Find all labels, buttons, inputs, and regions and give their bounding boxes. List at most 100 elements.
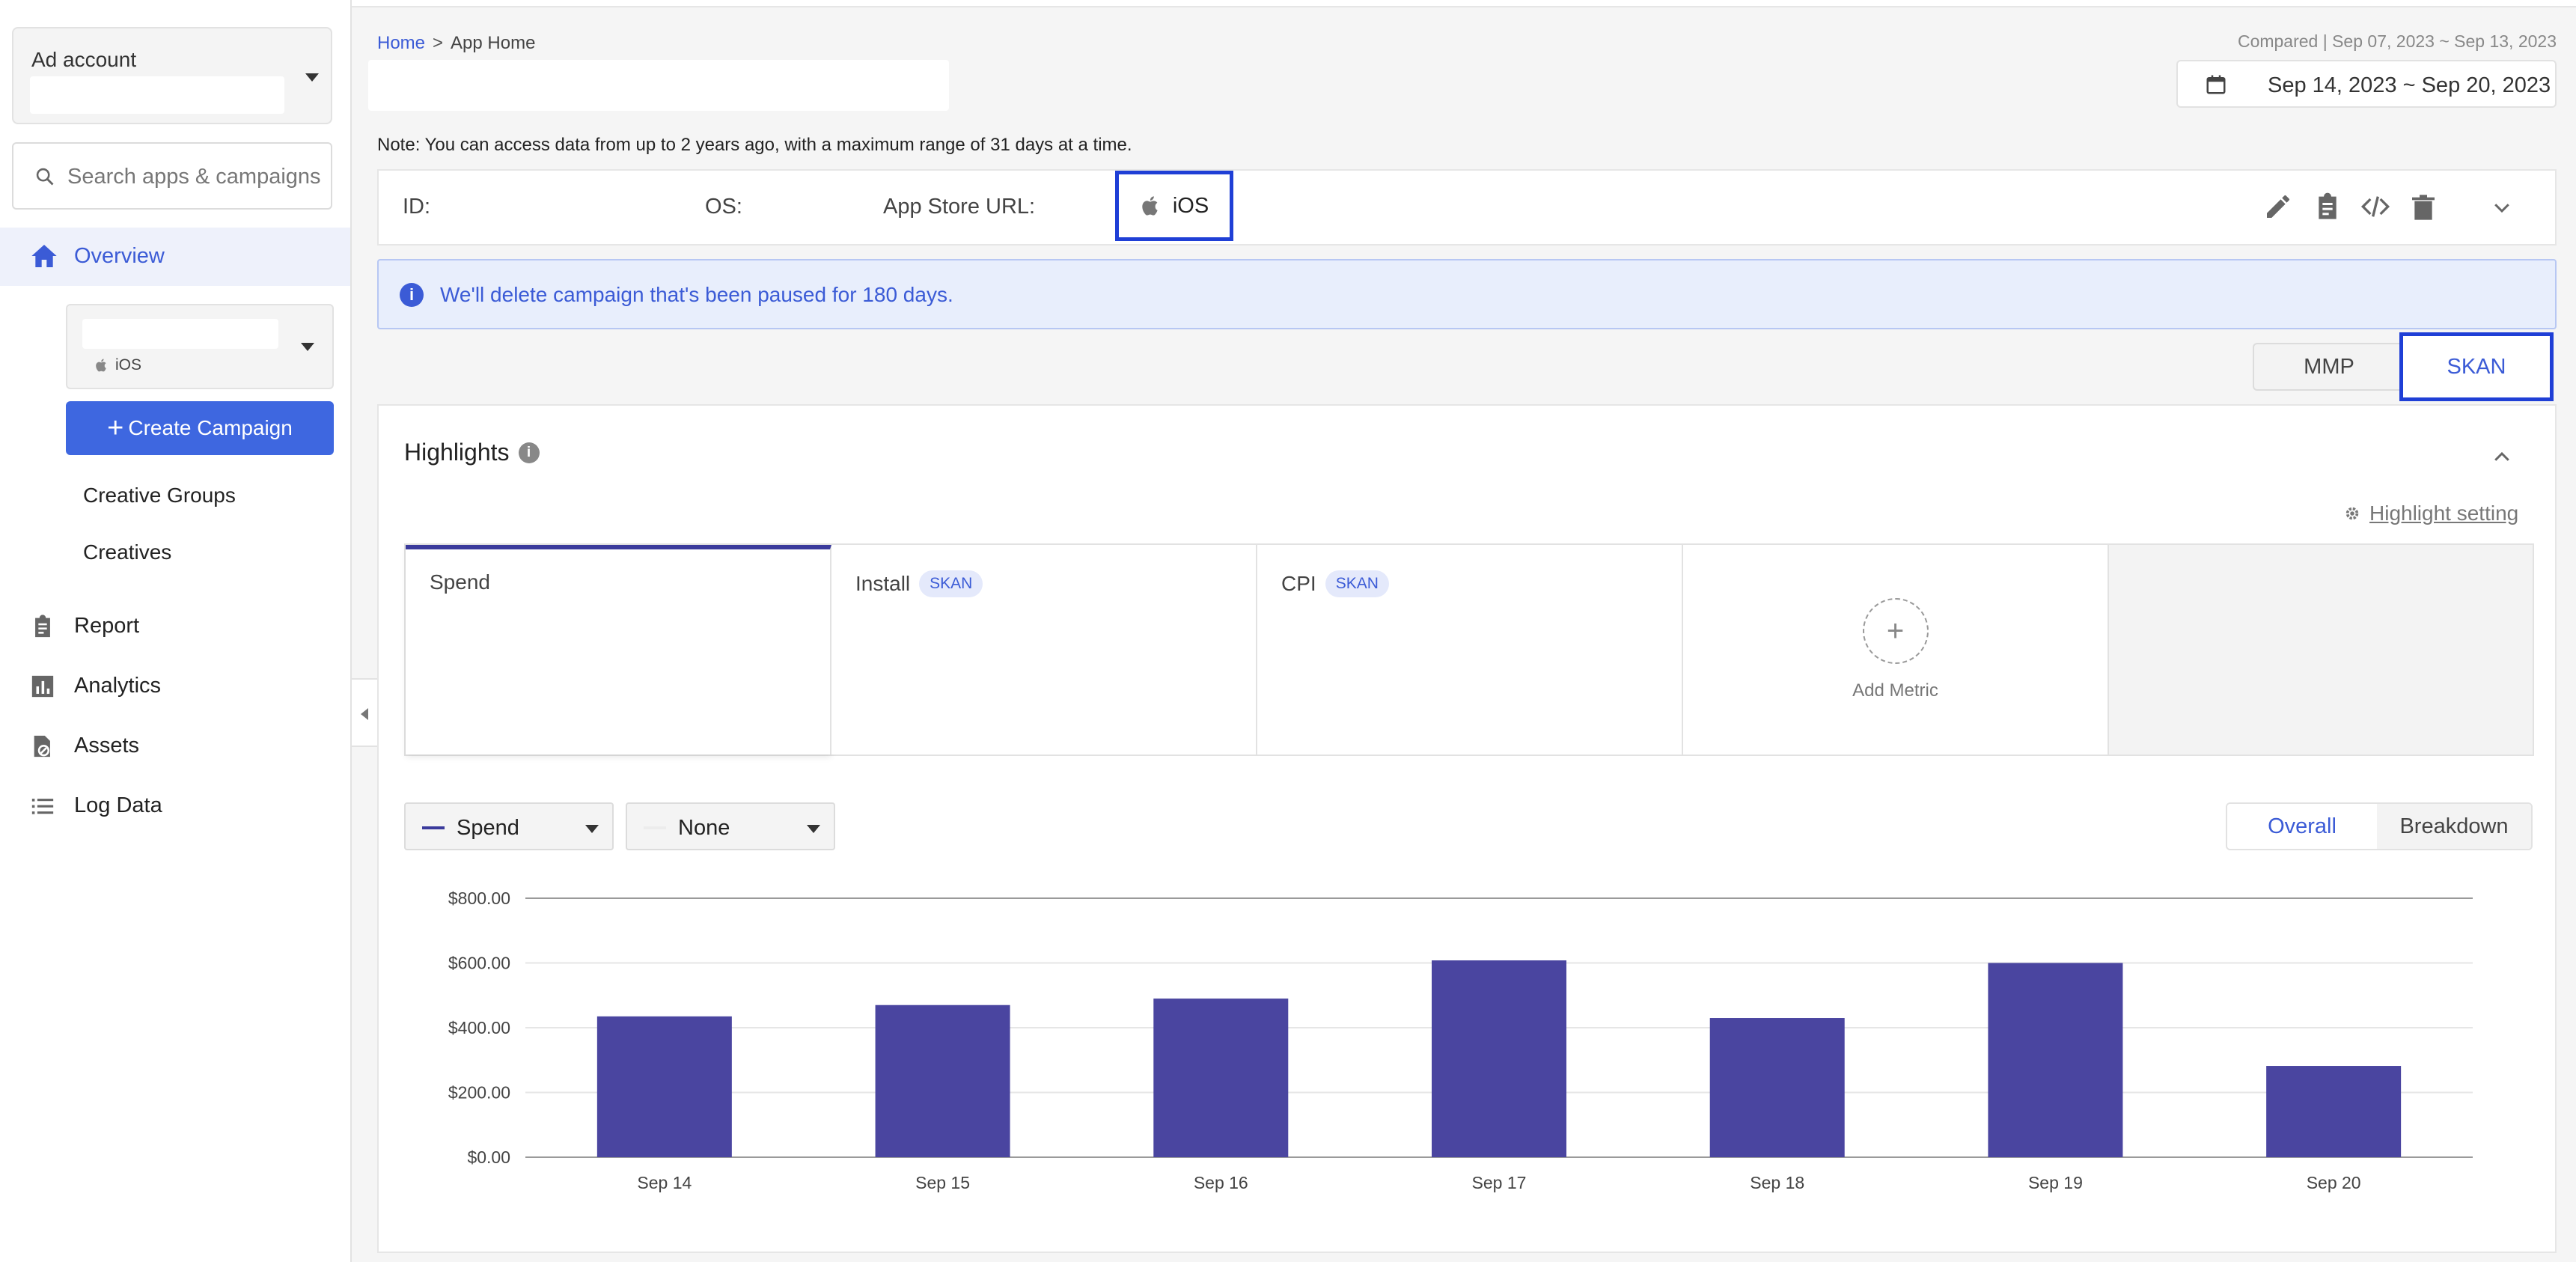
- clipboard-icon[interactable]: [2313, 192, 2342, 222]
- empty-metric-slot: [2109, 545, 2533, 755]
- x-tick-label: Sep 15: [915, 1173, 970, 1192]
- ad-account-value: [30, 76, 284, 114]
- notice-text: We'll delete campaign that's been paused…: [440, 283, 953, 306]
- search-input[interactable]: [67, 160, 329, 193]
- nav-assets-label: Assets: [74, 734, 140, 757]
- highlights-title: Highlights: [404, 439, 510, 466]
- nav-creatives[interactable]: Creatives: [83, 540, 171, 564]
- metric-tiles: Spend Install SKAN CPI SKAN + Add Metric: [404, 543, 2534, 756]
- nav-assets[interactable]: Assets: [0, 722, 350, 769]
- series-line-swatch: [422, 826, 445, 829]
- os-value-label: iOS: [1172, 193, 1209, 218]
- spend-bar-chart: $0.00 $200.00 $400.00 $600.00 $800.00 Sep 14 S…: [448, 888, 2473, 1192]
- y-tick-label: $800.00: [448, 888, 510, 908]
- x-tick-label: Sep 20: [2307, 1173, 2361, 1192]
- nav-report-label: Report: [74, 614, 140, 638]
- primary-metric-select[interactable]: Spend: [404, 802, 614, 850]
- edit-icon[interactable]: [2263, 192, 2293, 222]
- skan-badge: SKAN: [1325, 570, 1389, 597]
- secondary-metric-select[interactable]: None: [626, 802, 835, 850]
- breadcrumb-home[interactable]: Home: [377, 33, 425, 53]
- overall-tab[interactable]: Overall: [2227, 804, 2377, 849]
- metric-name: CPI SKAN: [1281, 570, 1389, 597]
- app-os: iOS: [94, 356, 141, 374]
- bar-sep-20: [2266, 1066, 2402, 1157]
- pause-deletion-notice: i We'll delete campaign that's been paus…: [377, 259, 2557, 329]
- nav-overview[interactable]: Overview: [0, 228, 350, 286]
- search-box[interactable]: [12, 142, 332, 210]
- skan-toggle[interactable]: SKAN: [2399, 332, 2554, 401]
- add-metric-tile[interactable]: + Add Metric: [1683, 545, 2109, 755]
- y-tick-label: $400.00: [448, 1018, 510, 1037]
- search-icon: [36, 168, 54, 186]
- highlights-header: Highlights i: [404, 439, 540, 466]
- highlights-card: Highlights i Highlight setting Spend Ins…: [377, 404, 2557, 1253]
- bar-sep-15: [875, 1005, 1010, 1157]
- info-icon[interactable]: i: [518, 442, 540, 463]
- dropdown-caret-icon: [301, 343, 314, 351]
- breakdown-tab[interactable]: Breakdown: [2377, 804, 2531, 849]
- y-tick-label: $200.00: [448, 1083, 510, 1103]
- file-link-icon: [34, 735, 50, 757]
- page-title: [368, 60, 949, 111]
- compared-range: Compared | Sep 07, 2023 ~ Sep 13, 2023: [2237, 31, 2557, 51]
- bar-sep-19: [1988, 963, 2123, 1157]
- top-bar: [352, 0, 2576, 7]
- metric-tile-cpi[interactable]: CPI SKAN: [1257, 545, 1683, 755]
- nav-creative-groups[interactable]: Creative Groups: [83, 484, 236, 507]
- app-os-label: iOS: [115, 356, 142, 374]
- metric-label: Install: [855, 572, 911, 595]
- app-name: [82, 319, 278, 349]
- app-store-url-label: App Store URL:: [883, 195, 1036, 219]
- os-value: iOS: [1115, 171, 1233, 241]
- info-icon: i: [400, 283, 424, 307]
- dropdown-caret-icon: [807, 825, 820, 833]
- nav-log-data[interactable]: Log Data: [0, 781, 350, 829]
- date-range-picker[interactable]: Sep 14, 2023 ~ Sep 20, 2023: [2176, 60, 2557, 108]
- metric-label: CPI: [1281, 572, 1316, 595]
- bar-sep-16: [1153, 999, 1289, 1157]
- calendar-icon: [2206, 75, 2226, 94]
- trash-icon[interactable]: [2408, 192, 2438, 223]
- date-range-value: Sep 14, 2023 ~ Sep 20, 2023: [2268, 73, 2551, 97]
- mmp-toggle[interactable]: MMP: [2253, 343, 2405, 391]
- create-campaign-button[interactable]: + Create Campaign: [66, 401, 334, 455]
- code-icon[interactable]: [2359, 192, 2392, 222]
- breadcrumb-current: App Home: [451, 33, 536, 53]
- y-tick-label: $0.00: [467, 1147, 510, 1167]
- nav-report[interactable]: Report: [0, 602, 350, 650]
- app-select[interactable]: iOS: [66, 304, 334, 389]
- x-tick-label: Sep 19: [2028, 1173, 2083, 1192]
- apple-icon: [1142, 196, 1158, 216]
- metric-tile-install[interactable]: Install SKAN: [831, 545, 1257, 755]
- x-tick-label: Sep 16: [1194, 1173, 1248, 1192]
- add-icon: +: [1862, 598, 1929, 664]
- skan-badge: SKAN: [919, 570, 983, 597]
- app-info-bar: ID: OS: iOS App Store URL:: [377, 169, 2557, 246]
- breadcrumb-separator: >: [433, 33, 444, 53]
- bar-sep-18: [1709, 1018, 1845, 1157]
- home-icon: [31, 245, 57, 267]
- nav-log-data-label: Log Data: [74, 793, 162, 817]
- series-line-swatch: [644, 826, 666, 829]
- highlight-setting-link[interactable]: Highlight setting: [2344, 502, 2518, 525]
- plus-icon: +: [107, 412, 124, 444]
- nav-overview-label: Overview: [74, 244, 165, 268]
- dropdown-caret-icon: [305, 73, 319, 82]
- bar-sep-14: [596, 1016, 732, 1157]
- nav-analytics[interactable]: Analytics: [0, 662, 350, 710]
- clipboard-icon: [35, 615, 50, 638]
- chevron-up-icon[interactable]: [2491, 446, 2513, 469]
- os-label: OS:: [705, 195, 742, 219]
- breadcrumb: Home > App Home: [377, 33, 535, 54]
- list-icon: [31, 799, 54, 814]
- create-campaign-label: Create Campaign: [128, 416, 293, 439]
- sidebar: Ad account Overview iOS + Create Campaig…: [0, 0, 352, 1262]
- chevron-down-icon[interactable]: [2491, 196, 2513, 219]
- highlight-setting-label: Highlight setting: [2369, 502, 2519, 525]
- ad-account-select[interactable]: Ad account: [12, 27, 332, 124]
- x-tick-label: Sep 17: [1472, 1173, 1527, 1192]
- apple-icon: [96, 359, 106, 372]
- metric-tile-spend[interactable]: Spend: [406, 545, 831, 755]
- x-tick-label: Sep 18: [1750, 1173, 1804, 1192]
